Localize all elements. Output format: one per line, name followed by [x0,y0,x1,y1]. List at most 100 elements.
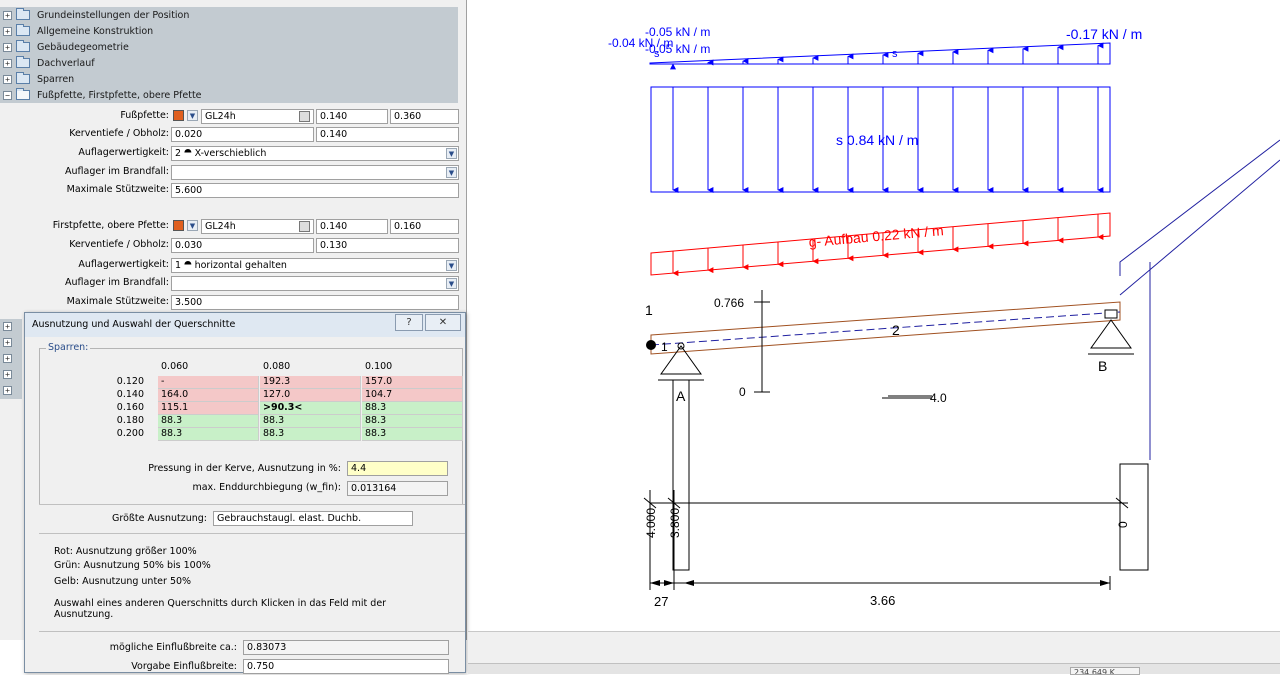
library-icon[interactable] [299,221,310,232]
grid-cell[interactable]: 88.3 [260,428,361,441]
fire-support-label: Auflager im Brandfall: [65,166,169,177]
snow-suction-load[interactable] [649,42,1111,65]
tree-item-hidden[interactable]: + [0,319,22,335]
kerv-depth-field[interactable]: 0.020 [171,127,314,142]
material-dropdown-icon[interactable]: ▼ [187,220,198,231]
dim-366-label: 3.66 [870,593,896,608]
grid-cell[interactable]: 115.1 [158,402,259,415]
suction-right-label: -0.17 kN / m [1066,26,1143,42]
obholz-field[interactable]: 0.130 [316,238,459,253]
node-1-point[interactable] [646,340,656,350]
firstpfette-height-field[interactable]: 0.160 [390,219,459,234]
max-span-field[interactable]: 3.500 [171,295,459,310]
material-color-swatch[interactable] [173,220,184,231]
tree-item-grundeinstellungen[interactable]: + Grundeinstellungen der Position [0,7,458,23]
library-icon[interactable] [299,111,310,122]
einfluss-field: 0.83073 [243,640,449,655]
grid-cell[interactable]: 88.3 [362,415,463,428]
vorgabe-label: Vorgabe Einflußbreite: [131,661,237,672]
material-dropdown-icon[interactable]: ▼ [187,110,198,121]
grid-row-header: 0.200 [116,428,144,439]
dropdown-arrow-icon[interactable]: ▼ [446,167,457,178]
grid-cell[interactable]: >90.3< [260,402,361,415]
dim-27-label: 27 [654,594,669,609]
expand-icon[interactable]: + [3,386,12,395]
tree-item-hidden[interactable]: + [0,367,22,383]
support-label: Auflagerwertigkeit: [78,259,169,270]
expand-icon[interactable]: + [3,10,12,20]
grid-cell[interactable]: - [158,376,259,389]
fusspfette-width-field[interactable]: 0.140 [316,109,388,124]
grid-cell[interactable]: 88.3 [362,402,463,415]
dim-4000-label: 4.000 [644,507,658,538]
grid-cell[interactable]: 88.3 [362,428,463,441]
support-select[interactable]: 1 ⯊ horizontal gehalten ▼ [171,258,459,273]
tree-item-hidden[interactable]: + [0,383,22,399]
help-button[interactable]: ? [395,314,423,331]
tree-item-gebaeudegeometrie[interactable]: + Gebäudegeometrie [0,39,458,55]
node-label: 1 [661,340,668,354]
fire-support-select[interactable]: ▼ [171,276,459,291]
expand-icon[interactable]: + [3,322,12,331]
expand-icon[interactable]: + [3,354,12,363]
tree-item-pfetten[interactable]: − Fußpfette, Firstpfette, obere Pfette [0,87,458,103]
grid-cell[interactable]: 88.3 [158,415,259,428]
tree-item-label: Gebäudegeometrie [37,41,129,53]
grid-cell[interactable]: 127.0 [260,389,361,402]
kerv-label: Kerventiefe / Obholz: [69,128,169,139]
firstpfette-label: Firstpfette, obere Pfette: [52,220,169,231]
vorgabe-field[interactable]: 0.750 [243,659,449,674]
dead-load-strip[interactable] [650,212,1111,276]
fusspfette-material-field[interactable]: GL24h [201,109,314,124]
groesste-ausnutzung-label: Größte Ausnutzung: [112,513,207,524]
collapse-icon[interactable]: − [3,90,12,100]
height-label: 0.766 [714,296,745,310]
fusspfette-fire-row: Auflager im Brandfall: ▼ [0,165,460,180]
grid-cell[interactable]: 104.7 [362,389,463,402]
material-color-swatch[interactable] [173,110,184,121]
grid-cell[interactable]: 88.3 [260,415,361,428]
drawing-canvas[interactable]: -0.05 kN / m -0.04 kN / m -0.05 kN / m -… [468,0,1280,631]
close-button[interactable]: ✕ [425,314,461,331]
grid-cell[interactable]: 88.3 [158,428,259,441]
tree-item-allgemeine-konstruktion[interactable]: + Allgemeine Konstruktion [0,23,458,39]
fusspfette-support-row: Auflagerwertigkeit: 2 ⯊ X-verschieblich … [0,146,460,161]
expand-icon[interactable]: + [3,338,12,347]
tree-item-sparren[interactable]: + Sparren [0,71,458,87]
tree-item-label: Allgemeine Konstruktion [37,25,154,37]
dialog-title-bar[interactable]: Ausnutzung und Auswahl der Querschnitte … [25,313,465,337]
suction-arrows [707,42,1104,66]
dropdown-arrow-icon[interactable]: ▼ [446,278,457,289]
kerv-depth-field[interactable]: 0.030 [171,238,314,253]
dropdown-arrow-icon[interactable]: ▼ [446,260,457,271]
tree-item-hidden[interactable]: + [0,335,22,351]
expand-icon[interactable]: + [3,370,12,379]
fusspfette-row: Fußpfette: ▼ GL24h 0.140 0.360 [0,109,460,124]
expand-icon[interactable]: + [3,58,12,68]
support-a-label: A [676,388,686,404]
obholz-field[interactable]: 0.140 [316,127,459,142]
expand-icon[interactable]: + [3,74,12,84]
fusspfette-height-field[interactable]: 0.360 [390,109,459,124]
selection-hint: Auswahl eines anderen Querschnitts durch… [54,598,387,620]
tree-item-hidden[interactable]: + [0,351,22,367]
tree-item-label: Fußpfette, Firstpfette, obere Pfette [37,89,202,101]
rafter-axis [650,311,1121,346]
tree-item-label: Dachverlauf [37,57,95,69]
fusspfette-kerv-row: Kerventiefe / Obholz: 0.020 0.140 [0,127,460,142]
grid-cell[interactable]: 157.0 [362,376,463,389]
dialog-title: Ausnutzung und Auswahl der Querschnitte [32,319,236,330]
tree-item-dachverlauf[interactable]: + Dachverlauf [0,55,458,71]
firstpfette-material-field[interactable]: GL24h [201,219,314,234]
grid-cell[interactable]: 164.0 [158,389,259,402]
grid-cell[interactable]: 192.3 [260,376,361,389]
dropdown-arrow-icon[interactable]: ▼ [446,148,457,159]
expand-icon[interactable]: + [3,26,12,36]
support-select[interactable]: 2 ⯊ X-verschieblich ▼ [171,146,459,161]
max-span-field[interactable]: 5.600 [171,183,459,198]
firstpfette-width-field[interactable]: 0.140 [316,219,388,234]
separator [39,533,465,534]
fire-support-select[interactable]: ▼ [171,165,459,180]
expand-icon[interactable]: + [3,42,12,52]
support-b-triangle[interactable] [1090,319,1132,349]
